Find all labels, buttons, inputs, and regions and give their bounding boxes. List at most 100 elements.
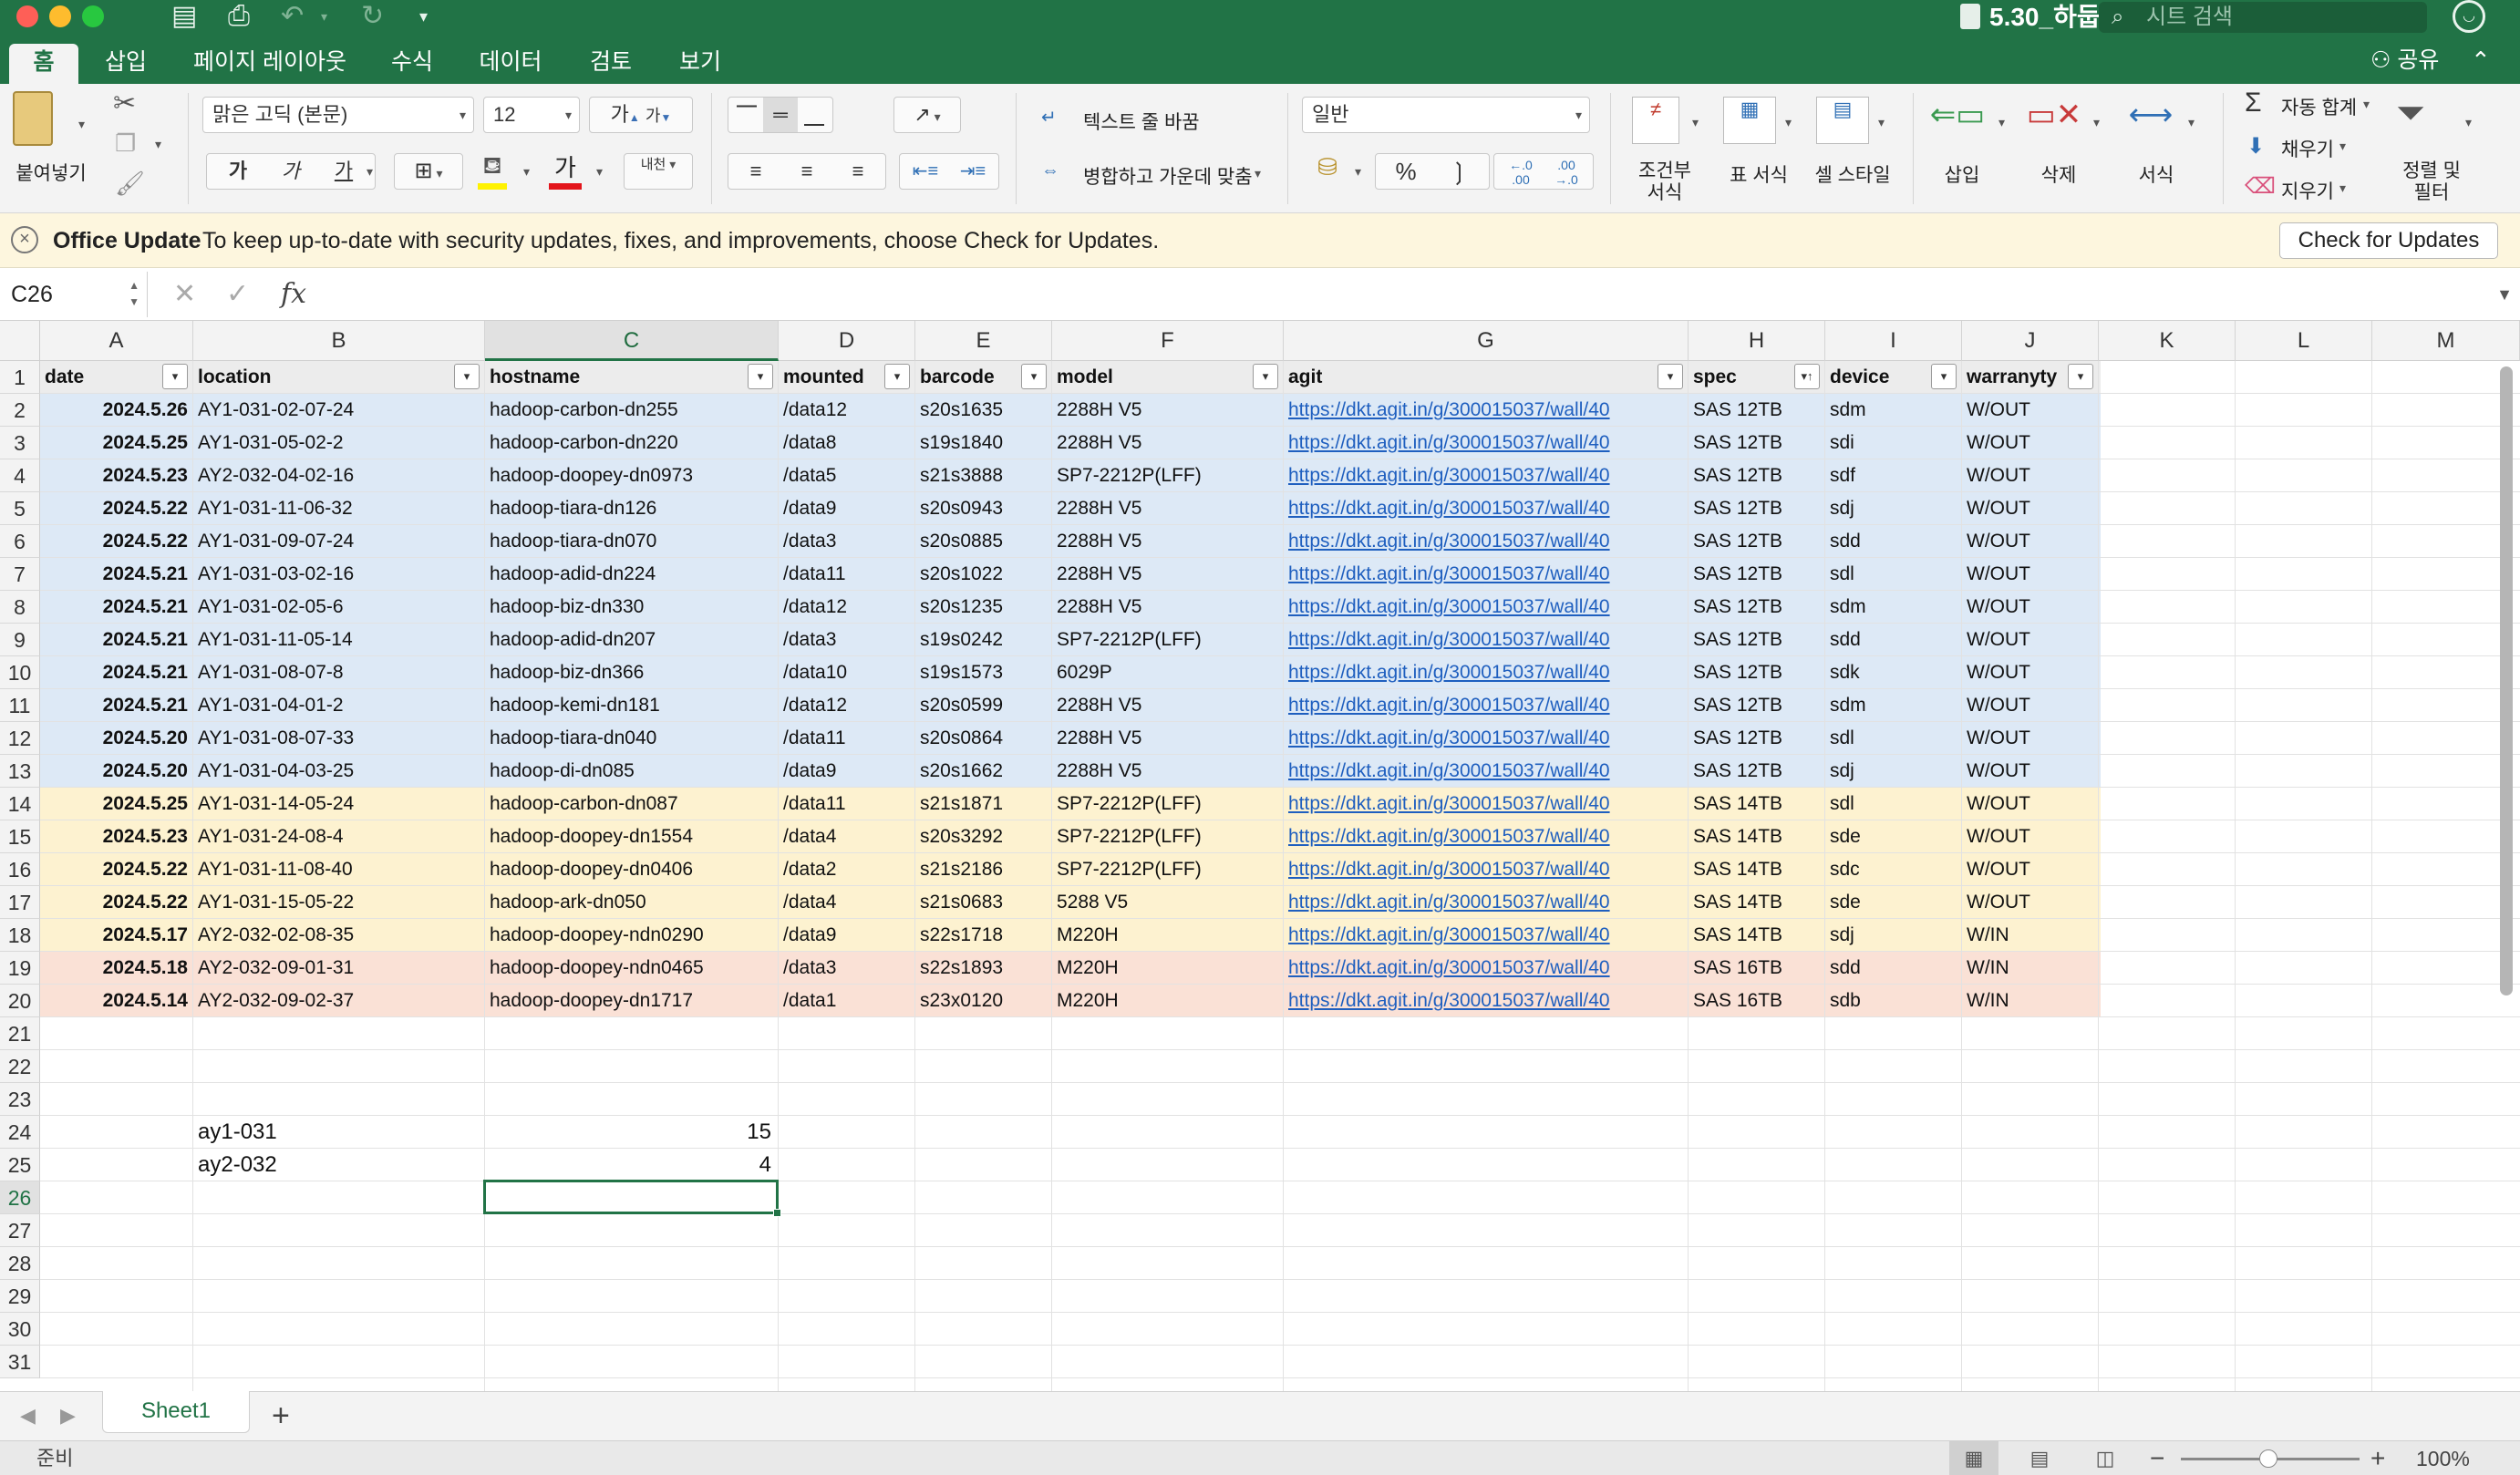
insert-function-icon[interactable]: fx xyxy=(281,268,306,321)
fill-color-dropdown-icon[interactable]: ▾ xyxy=(523,164,530,180)
sort-filter-label[interactable]: 정렬 및 필터 xyxy=(2383,160,2480,204)
row-header[interactable]: 12 xyxy=(0,722,40,755)
clear-eraser-icon[interactable]: ⌫ xyxy=(2245,173,2276,200)
decrease-indent-icon[interactable]: ⇤≡ xyxy=(902,154,949,189)
cell-model[interactable]: M220H xyxy=(1052,952,1284,985)
format-as-table-dropdown-icon[interactable]: ▾ xyxy=(1785,115,1792,130)
cell-spec[interactable]: SAS 12TB xyxy=(1689,624,1825,656)
percent-style-button[interactable]: % xyxy=(1379,154,1432,189)
cell-spec[interactable]: SAS 12TB xyxy=(1689,722,1825,755)
cell-agit[interactable]: https://dkt.agit.in/g/300015037/wall/40 xyxy=(1284,558,1689,591)
tab-data[interactable]: 데이터 xyxy=(465,44,556,84)
zoom-out-button[interactable]: − xyxy=(2150,1441,2164,1475)
cell-agit[interactable]: https://dkt.agit.in/g/300015037/wall/40 xyxy=(1284,624,1689,656)
grow-font-button[interactable]: 가▲ xyxy=(611,103,640,126)
cell-hostname[interactable]: hadoop-carbon-dn255 xyxy=(485,394,779,427)
cell-hostname[interactable]: hadoop-doopey-dn0973 xyxy=(485,459,779,492)
row-header[interactable]: 23 xyxy=(0,1083,40,1116)
cell-mounted[interactable]: /data2 xyxy=(779,853,915,886)
expand-formula-bar-icon[interactable]: ▼ xyxy=(2496,268,2513,321)
fill-color-icon[interactable]: ⛾ xyxy=(474,151,511,191)
redo-icon[interactable]: ↻ xyxy=(361,2,384,31)
cell-hostname[interactable]: hadoop-doopey-ndn0290 xyxy=(485,919,779,952)
name-box-stepper-icon[interactable]: ▲ ▼ xyxy=(129,277,139,310)
paste-dropdown-icon[interactable]: ▾ xyxy=(78,117,85,132)
cell-barcode[interactable]: s20s0864 xyxy=(915,722,1052,755)
cell-date[interactable]: 2024.5.21 xyxy=(40,591,193,624)
cell-warranty[interactable]: W/IN xyxy=(1962,919,2099,952)
fill-button[interactable]: 채우기 xyxy=(2281,135,2334,162)
cell-device[interactable]: sdb xyxy=(1825,985,1962,1017)
row-header[interactable]: 17 xyxy=(0,886,40,919)
sheet-search-input[interactable]: ⌕ 시트 검색 xyxy=(2099,2,2427,33)
cell-barcode[interactable]: s22s1893 xyxy=(915,952,1052,985)
column-header-k[interactable]: K xyxy=(2099,321,2236,361)
align-right-icon[interactable]: ≡ xyxy=(832,154,883,189)
borders-button[interactable]: ⊞ ▾ xyxy=(394,153,463,190)
cell-model[interactable]: 2288H V5 xyxy=(1052,689,1284,722)
cell-model[interactable]: SP7-2212P(LFF) xyxy=(1052,788,1284,820)
cell-device[interactable]: sdf xyxy=(1825,459,1962,492)
cell-location[interactable]: AY1-031-09-07-24 xyxy=(193,525,485,558)
cell-device[interactable]: sdc xyxy=(1825,853,1962,886)
row-header[interactable]: 7 xyxy=(0,558,40,591)
cell-location[interactable]: AY2-032-04-02-16 xyxy=(193,459,485,492)
cell-spec[interactable]: SAS 14TB xyxy=(1689,820,1825,853)
previous-sheet-icon[interactable]: ◀ xyxy=(20,1392,36,1439)
cell-device[interactable]: sdi xyxy=(1825,427,1962,459)
row-header[interactable]: 25 xyxy=(0,1149,40,1181)
zoom-level[interactable]: 100% xyxy=(2416,1441,2470,1475)
cell-model[interactable]: M220H xyxy=(1052,985,1284,1017)
insert-cells-icon[interactable]: ⇐▭ xyxy=(1929,97,1986,144)
column-header-f[interactable]: F xyxy=(1052,321,1284,361)
align-center-icon[interactable]: ≡ xyxy=(781,154,832,189)
merge-center-button[interactable]: 병합하고 가운데 맞춤 xyxy=(1083,162,1253,190)
cell-model[interactable]: SP7-2212P(LFF) xyxy=(1052,624,1284,656)
cell-agit[interactable]: https://dkt.agit.in/g/300015037/wall/40 xyxy=(1284,919,1689,952)
cell-agit[interactable]: https://dkt.agit.in/g/300015037/wall/40 xyxy=(1284,952,1689,985)
tab-view[interactable]: 보기 xyxy=(664,44,737,84)
cell-hostname[interactable]: hadoop-carbon-dn087 xyxy=(485,788,779,820)
italic-button[interactable]: 가 xyxy=(264,154,317,189)
cell-model[interactable]: 2288H V5 xyxy=(1052,492,1284,525)
cell-warranty[interactable]: W/OUT xyxy=(1962,656,2099,689)
filter-dropdown-icon[interactable]: ▾ xyxy=(748,364,773,389)
cell-model[interactable]: M220H xyxy=(1052,919,1284,952)
summary-label[interactable]: ay1-031 xyxy=(193,1116,485,1149)
sort-filter-dropdown-icon[interactable]: ▾ xyxy=(2465,115,2472,130)
cell-model[interactable]: 2288H V5 xyxy=(1052,427,1284,459)
cell-warranty[interactable]: W/OUT xyxy=(1962,394,2099,427)
column-header-l[interactable]: L xyxy=(2236,321,2372,361)
row-header[interactable]: 16 xyxy=(0,853,40,886)
cell-warranty[interactable]: W/OUT xyxy=(1962,492,2099,525)
cell-warranty[interactable]: W/OUT xyxy=(1962,689,2099,722)
autosum-sigma-icon[interactable]: Σ xyxy=(2245,88,2262,119)
cell-device[interactable]: sdj xyxy=(1825,919,1962,952)
column-header-h[interactable]: H xyxy=(1689,321,1825,361)
summary-count[interactable]: 4 xyxy=(485,1149,779,1181)
save-icon[interactable]: ⎙ xyxy=(228,2,250,31)
cell-agit[interactable]: https://dkt.agit.in/g/300015037/wall/40 xyxy=(1284,656,1689,689)
underline-dropdown-icon[interactable]: ▾ xyxy=(367,164,373,180)
cell-device[interactable]: sdm xyxy=(1825,591,1962,624)
zoom-in-button[interactable]: + xyxy=(2370,1441,2385,1475)
bold-button[interactable]: 가 xyxy=(212,154,264,189)
cell-hostname[interactable]: hadoop-tiara-dn070 xyxy=(485,525,779,558)
feedback-smile-icon[interactable]: ◡ xyxy=(2453,0,2485,33)
row-header[interactable]: 29 xyxy=(0,1280,40,1313)
table-header-model[interactable]: model xyxy=(1052,361,1284,394)
cell-model[interactable]: 2288H V5 xyxy=(1052,394,1284,427)
cell-agit[interactable]: https://dkt.agit.in/g/300015037/wall/40 xyxy=(1284,689,1689,722)
cell-warranty[interactable]: W/OUT xyxy=(1962,788,2099,820)
page-break-preview-icon[interactable]: ◫ xyxy=(2081,1441,2130,1475)
cell-barcode[interactable]: s20s1235 xyxy=(915,591,1052,624)
confirm-formula-icon[interactable]: ✓ xyxy=(226,268,249,321)
merge-dropdown-icon[interactable]: ▾ xyxy=(1255,166,1261,181)
cell-hostname[interactable]: hadoop-doopey-dn1717 xyxy=(485,985,779,1017)
cell-barcode[interactable]: s21s0683 xyxy=(915,886,1052,919)
cell-styles-dropdown-icon[interactable]: ▾ xyxy=(1878,115,1885,130)
cell-device[interactable]: sdj xyxy=(1825,755,1962,788)
cell-agit[interactable]: https://dkt.agit.in/g/300015037/wall/40 xyxy=(1284,853,1689,886)
row-header[interactable]: 31 xyxy=(0,1346,40,1378)
cell-agit[interactable]: https://dkt.agit.in/g/300015037/wall/40 xyxy=(1284,886,1689,919)
